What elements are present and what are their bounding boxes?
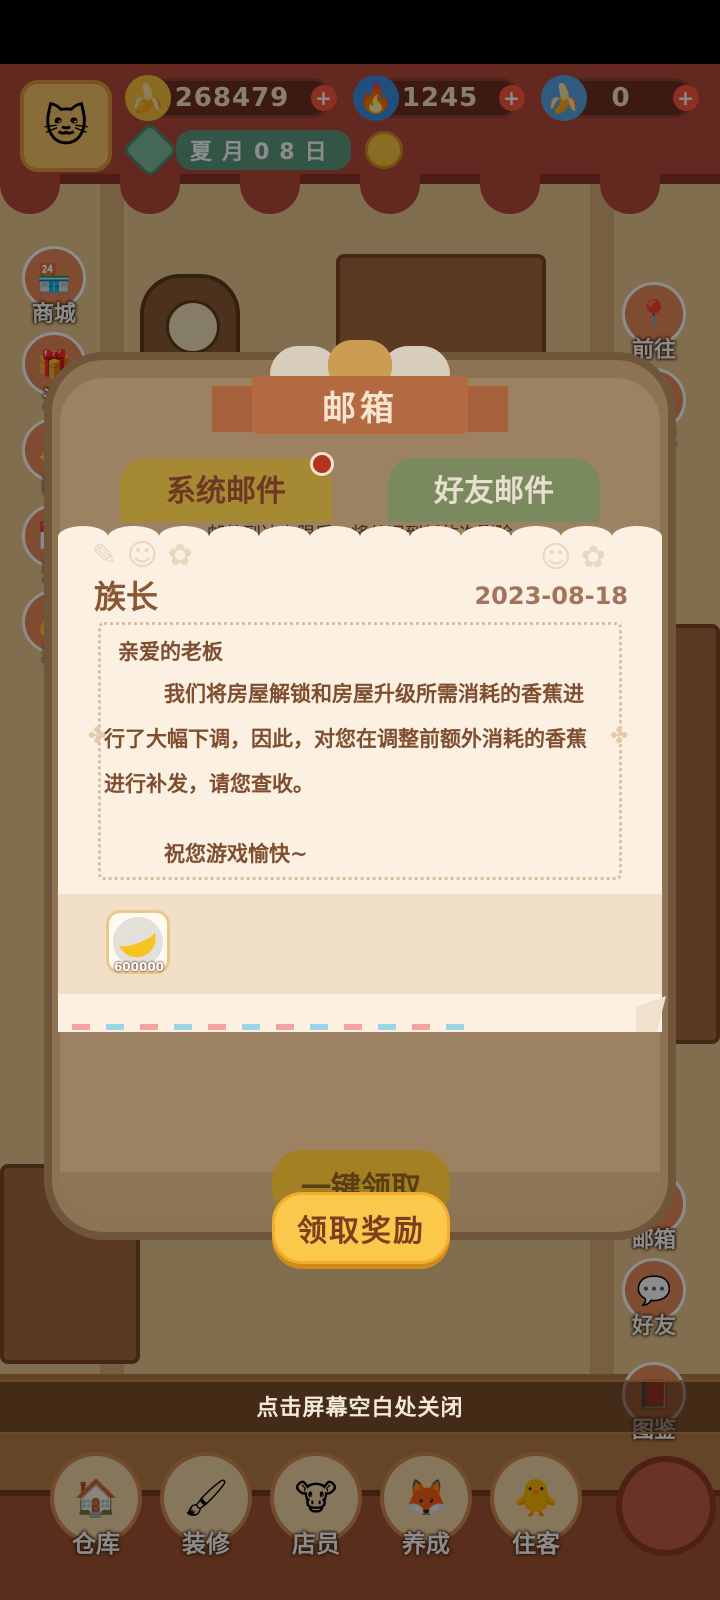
mailbox-title-ribbon: 邮箱 bbox=[212, 376, 508, 438]
mail-signoff: 祝您游戏愉快~ bbox=[164, 842, 308, 866]
reward-quantity: 600000 bbox=[113, 960, 165, 974]
doodle-decoration: ☺ ✿ bbox=[540, 540, 606, 575]
mail-date: 2023-08-18 bbox=[474, 582, 628, 610]
status-bar bbox=[0, 0, 720, 64]
mail-greeting: 亲爱的老板 bbox=[118, 640, 223, 664]
banana-icon bbox=[115, 921, 161, 963]
claim-reward-button[interactable]: 领取奖励 bbox=[272, 1192, 450, 1264]
unread-dot bbox=[310, 452, 334, 476]
close-hint: 点击屏幕空白处关闭 bbox=[256, 1396, 464, 1421]
airmail-stripe bbox=[72, 1024, 472, 1030]
mail-body: 我们将房屋解锁和房屋升级所需消耗的香蕉进行了大幅下调，因此，对您在调整前额外消耗… bbox=[104, 682, 587, 796]
mailbox-title: 邮箱 bbox=[252, 376, 468, 434]
doodle-decoration: ✎ ☺ ✿ bbox=[92, 538, 193, 573]
mail-sender: 族长 bbox=[94, 578, 159, 616]
clover-icon: ✤ bbox=[610, 724, 629, 749]
tab-friend-mail[interactable]: 好友邮件 bbox=[388, 458, 600, 522]
tab-system-mail[interactable]: 系统邮件 bbox=[120, 458, 332, 522]
